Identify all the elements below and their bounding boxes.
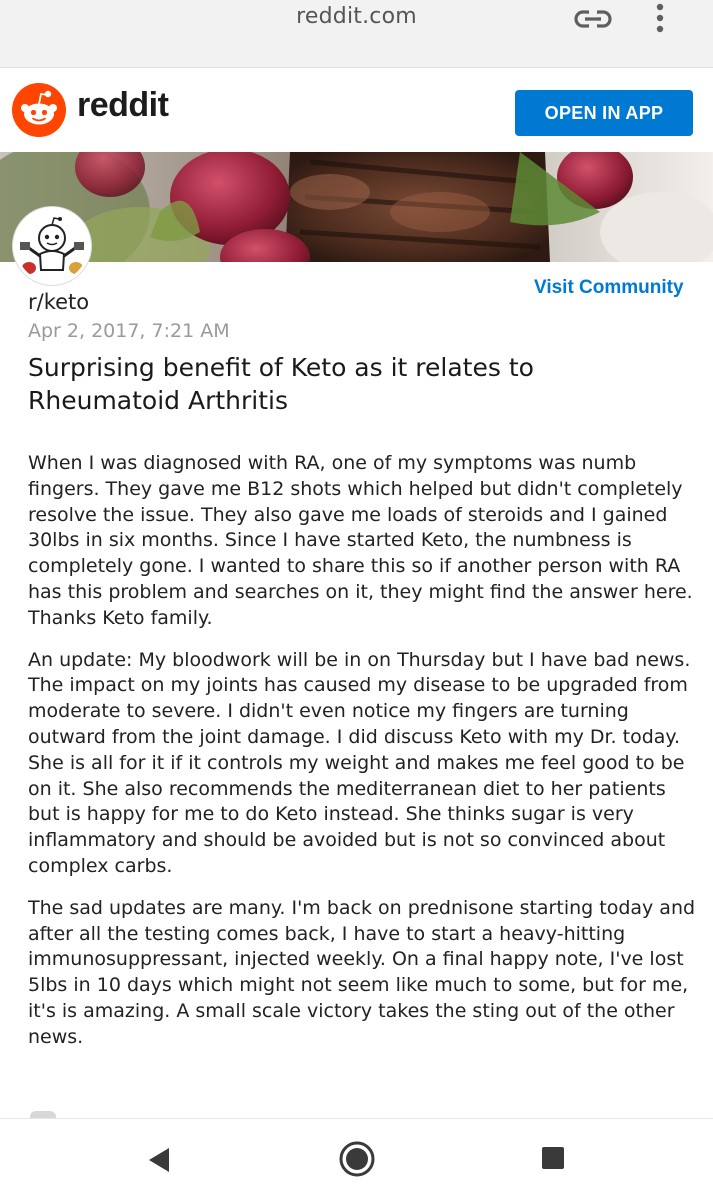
post-timestamp: Apr 2, 2017, 7:21 AM <box>28 320 230 342</box>
banner-food-image <box>0 152 713 262</box>
reddit-logo-icon[interactable] <box>12 83 66 137</box>
post-paragraph: When I was diagnosed with RA, one of my … <box>28 452 693 629</box>
post-paragraph: An update: My bloodwork will be in on Th… <box>28 648 691 877</box>
back-icon[interactable] <box>146 1146 172 1174</box>
visit-community-link[interactable]: Visit Community <box>534 277 684 299</box>
post-paragraph: The sad updates are many. I'm back on pr… <box>28 896 696 1048</box>
overflow-menu-icon[interactable] <box>652 2 668 36</box>
community-avatar[interactable] <box>13 207 91 285</box>
system-nav-bar <box>0 1119 713 1200</box>
link-icon[interactable] <box>573 6 613 32</box>
reddit-header: reddit OPEN IN APP <box>0 68 713 152</box>
open-in-app-button[interactable]: OPEN IN APP <box>515 90 693 136</box>
reddit-wordmark[interactable]: reddit <box>77 86 169 125</box>
page: reddit.com reddit OPEN IN APP Visit Comm… <box>0 0 713 1200</box>
post-body: When I was diagnosed with RA, one of my … <box>28 451 698 1067</box>
community-banner <box>0 152 713 262</box>
post-title: Surprising benefit of Keto as it relates… <box>28 353 534 415</box>
keto-snoo-icon <box>16 210 88 282</box>
home-icon[interactable] <box>338 1140 376 1178</box>
recents-icon[interactable] <box>541 1146 565 1170</box>
browser-toolbar: reddit.com <box>0 0 713 68</box>
subreddit-name[interactable]: r/keto <box>28 290 89 314</box>
